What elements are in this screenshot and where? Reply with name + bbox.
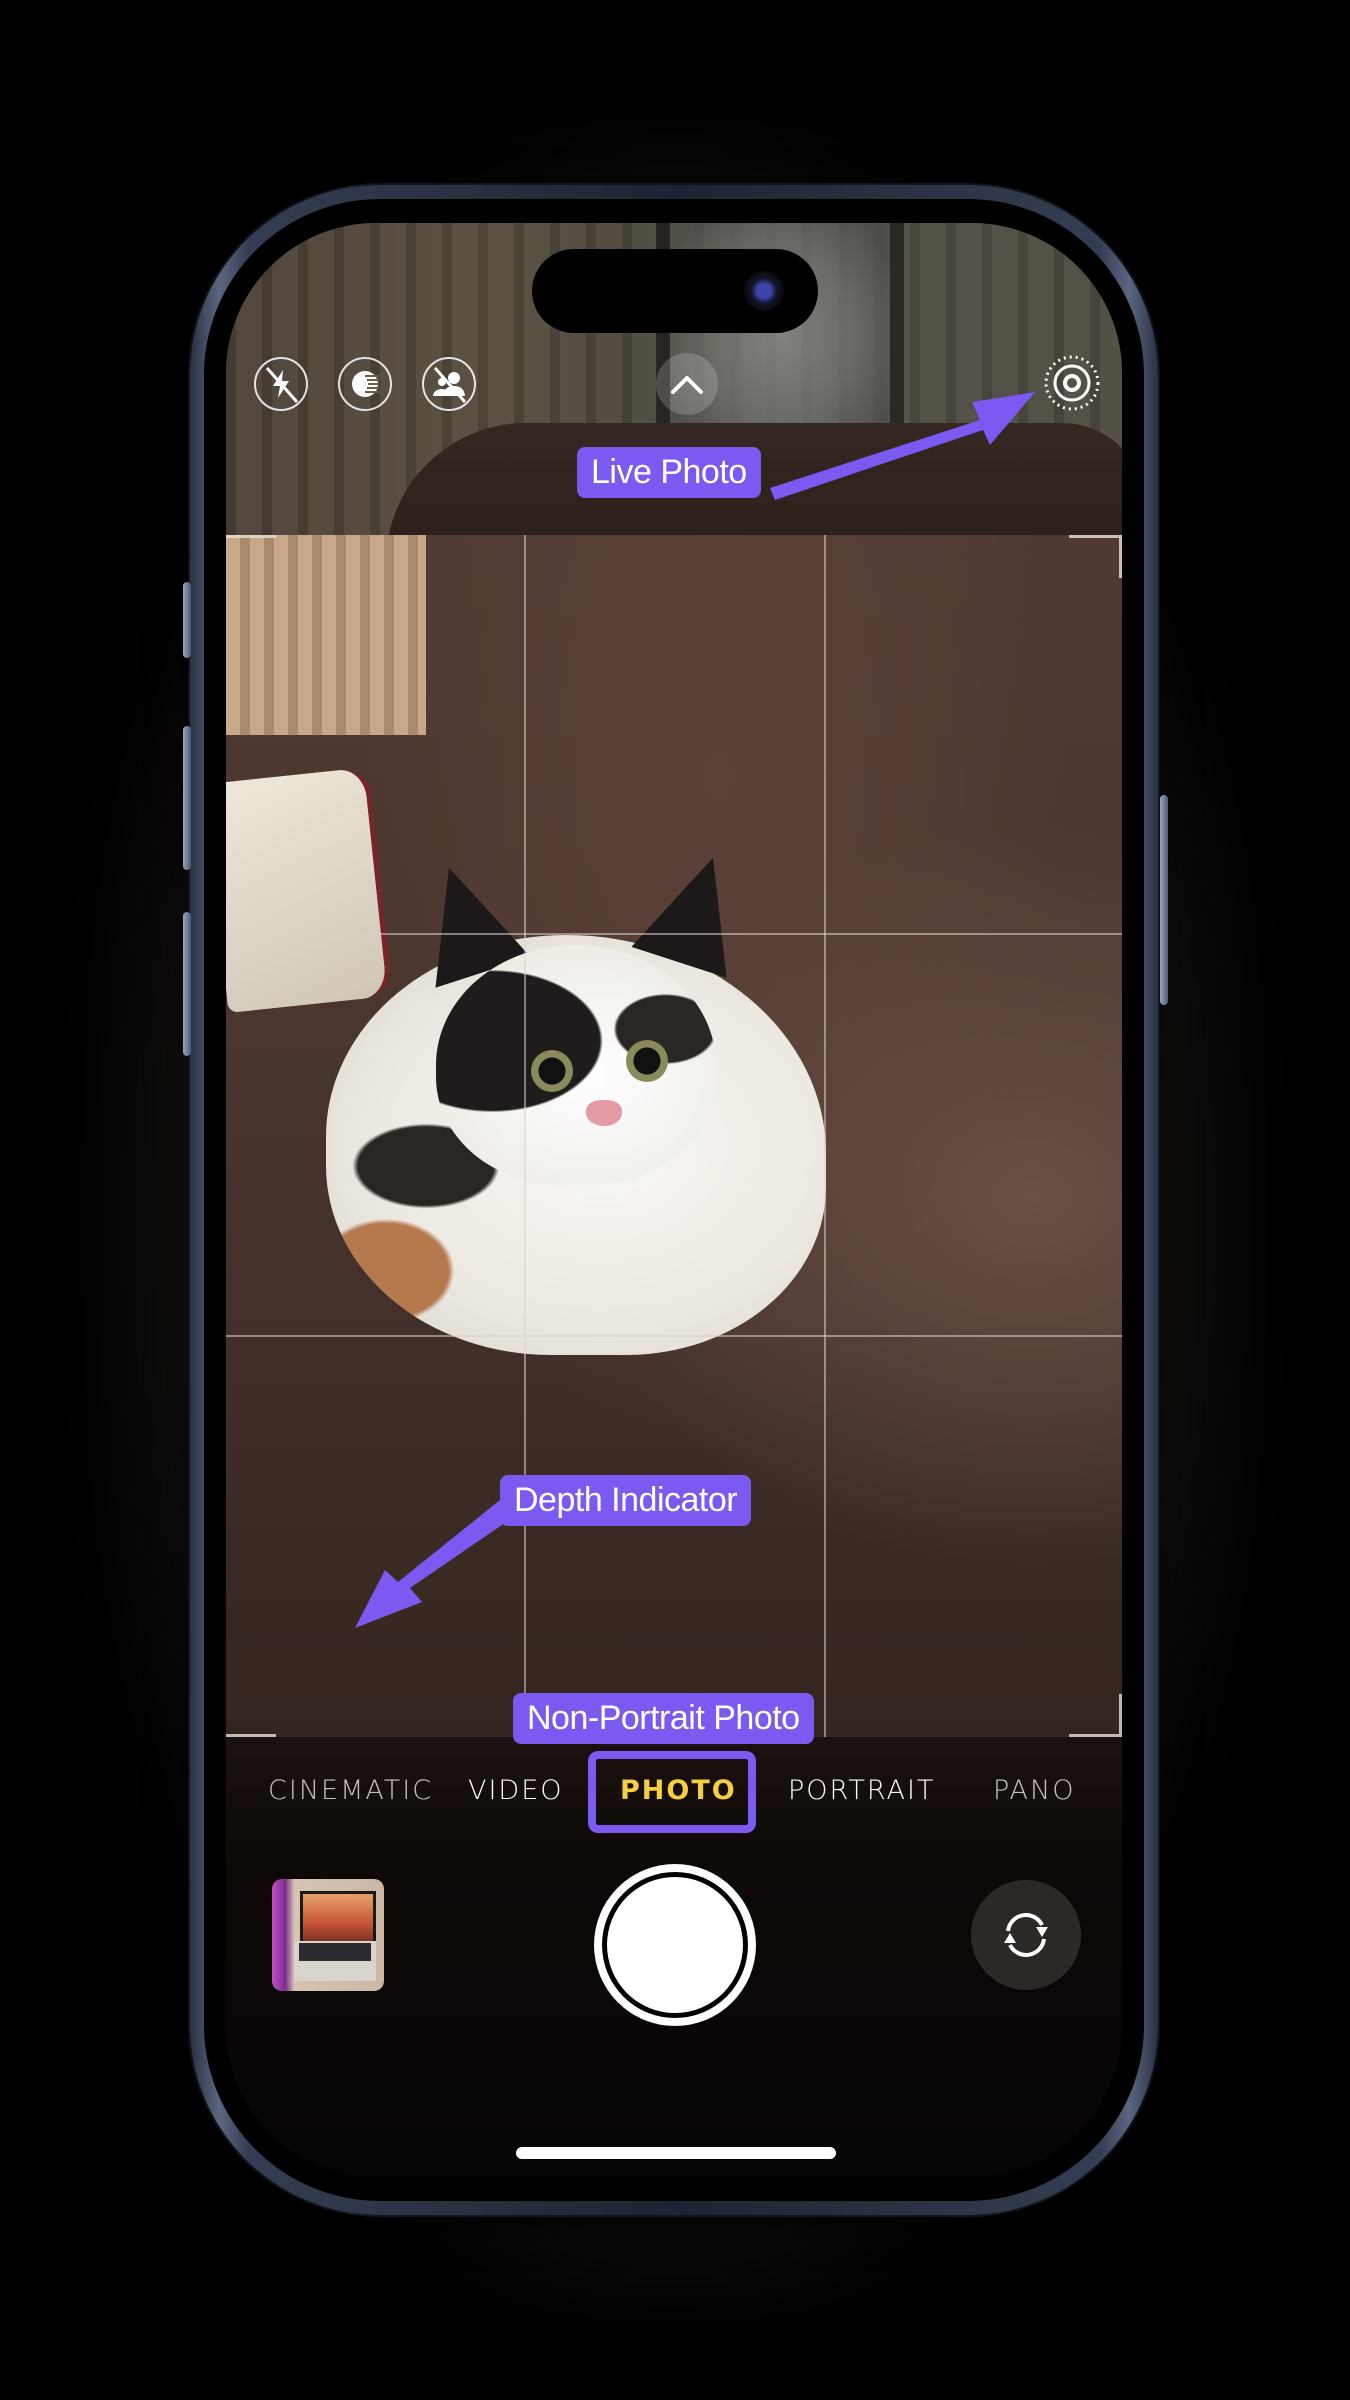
shutter-button[interactable] (594, 1864, 756, 2026)
mode-selector[interactable]: CINEMATIC VIDEO PHOTO PORTRAIT PANO (226, 1775, 1122, 1825)
cat-eye-right (626, 1040, 668, 1082)
person-off-icon (433, 367, 467, 403)
thumbnail-laptop-screen (300, 1891, 376, 1945)
pillow (226, 767, 393, 1013)
flash-off-icon (265, 367, 299, 403)
annotation-live-photo: Live Photo (577, 447, 761, 498)
cat-nose (586, 1100, 622, 1126)
viewfinder[interactable] (226, 535, 1122, 1737)
live-photo-toggle[interactable] (1042, 353, 1102, 413)
grid-line (824, 535, 826, 1737)
grid-line (226, 1335, 1122, 1337)
live-photo-icon (1044, 355, 1100, 411)
chevron-up-icon (671, 376, 703, 394)
grid-line (524, 535, 526, 1737)
thumbnail-keyboard (299, 1943, 371, 1961)
dynamic-island (532, 249, 818, 333)
people-toggle[interactable] (422, 357, 476, 411)
shutter-inner (607, 1877, 743, 2013)
last-photo-thumbnail[interactable] (272, 1879, 384, 1991)
mode-video[interactable]: VIDEO (468, 1775, 564, 1806)
night-mode-icon (352, 371, 379, 397)
cat-eye-left (531, 1050, 573, 1092)
night-mode-toggle[interactable] (338, 357, 392, 411)
frame-corner (226, 1694, 276, 1737)
frame-corner (1069, 1694, 1122, 1737)
annotation-depth-indicator: Depth Indicator (500, 1475, 752, 1526)
mode-photo[interactable]: PHOTO (620, 1775, 737, 1806)
flash-toggle[interactable] (254, 357, 308, 411)
frame-corner (1069, 535, 1122, 578)
front-camera-lens (744, 271, 784, 311)
volume-down-button (183, 912, 191, 1056)
power-button (1160, 795, 1168, 1005)
frame-corner (226, 535, 276, 578)
camera-screen: ƒ .5 1× 2 3 CINEMATIC VIDEO PHOTO PORTRA… (226, 223, 1122, 2177)
mode-pano[interactable]: PANO (993, 1775, 1075, 1806)
shutter-ring (602, 1872, 748, 2018)
switch-camera-button[interactable] (971, 1880, 1081, 1990)
volume-up-button (183, 726, 191, 870)
cat-head (436, 945, 716, 1185)
mode-cinematic[interactable]: CINEMATIC (268, 1775, 433, 1806)
mode-portrait[interactable]: PORTRAIT (788, 1775, 935, 1806)
more-controls-button[interactable] (656, 353, 718, 415)
home-indicator[interactable] (516, 2147, 836, 2159)
action-button (183, 582, 191, 658)
phone-bezel: ƒ .5 1× 2 3 CINEMATIC VIDEO PHOTO PORTRA… (204, 199, 1144, 2201)
grid-line (226, 933, 1122, 935)
annotation-non-portrait-photo: Non-Portrait Photo (513, 1693, 814, 1744)
switch-camera-icon (1004, 1913, 1048, 1957)
